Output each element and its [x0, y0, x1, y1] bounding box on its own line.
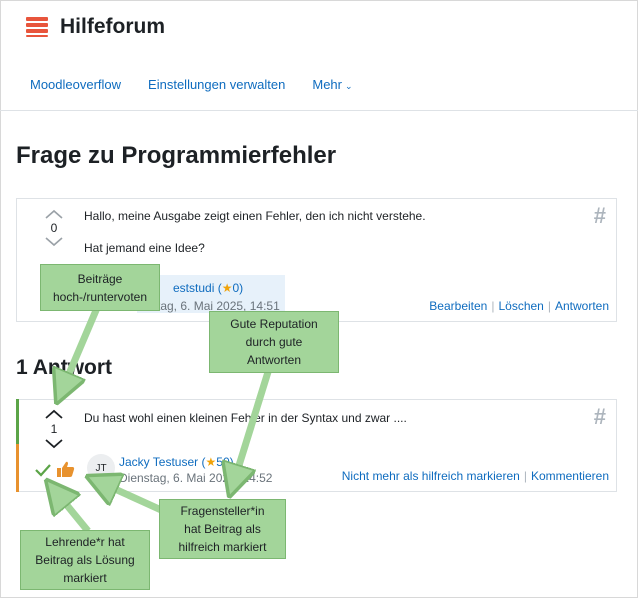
- callout-solution: Lehrende*r hat Beitrag als Lösung markiert: [20, 530, 150, 590]
- callout-reputation: Gute Reputation durch gute Antworten: [209, 311, 339, 373]
- callout-line: Fragensteller*in: [180, 504, 265, 518]
- callout-line: Beitrag als Lösung: [35, 553, 135, 567]
- callout-helpful: Fragensteller*in hat Beitrag als hilfreich…: [159, 499, 286, 559]
- callout-line: hat Beitrag als: [184, 522, 261, 536]
- callout-line: markiert: [63, 571, 107, 585]
- callout-vote: Beiträge hoch-/runtervoten: [40, 264, 160, 311]
- callout-line: Beiträge: [77, 271, 123, 286]
- callout-line: hoch-/runtervoten: [52, 289, 148, 304]
- callout-line: durch gute: [245, 335, 303, 349]
- callout-line: hilfreich markiert: [178, 540, 267, 554]
- callout-line: Antworten: [246, 353, 302, 367]
- callout-line: Lehrende*r hat: [45, 535, 125, 549]
- callout-line: Gute Reputation: [230, 317, 318, 331]
